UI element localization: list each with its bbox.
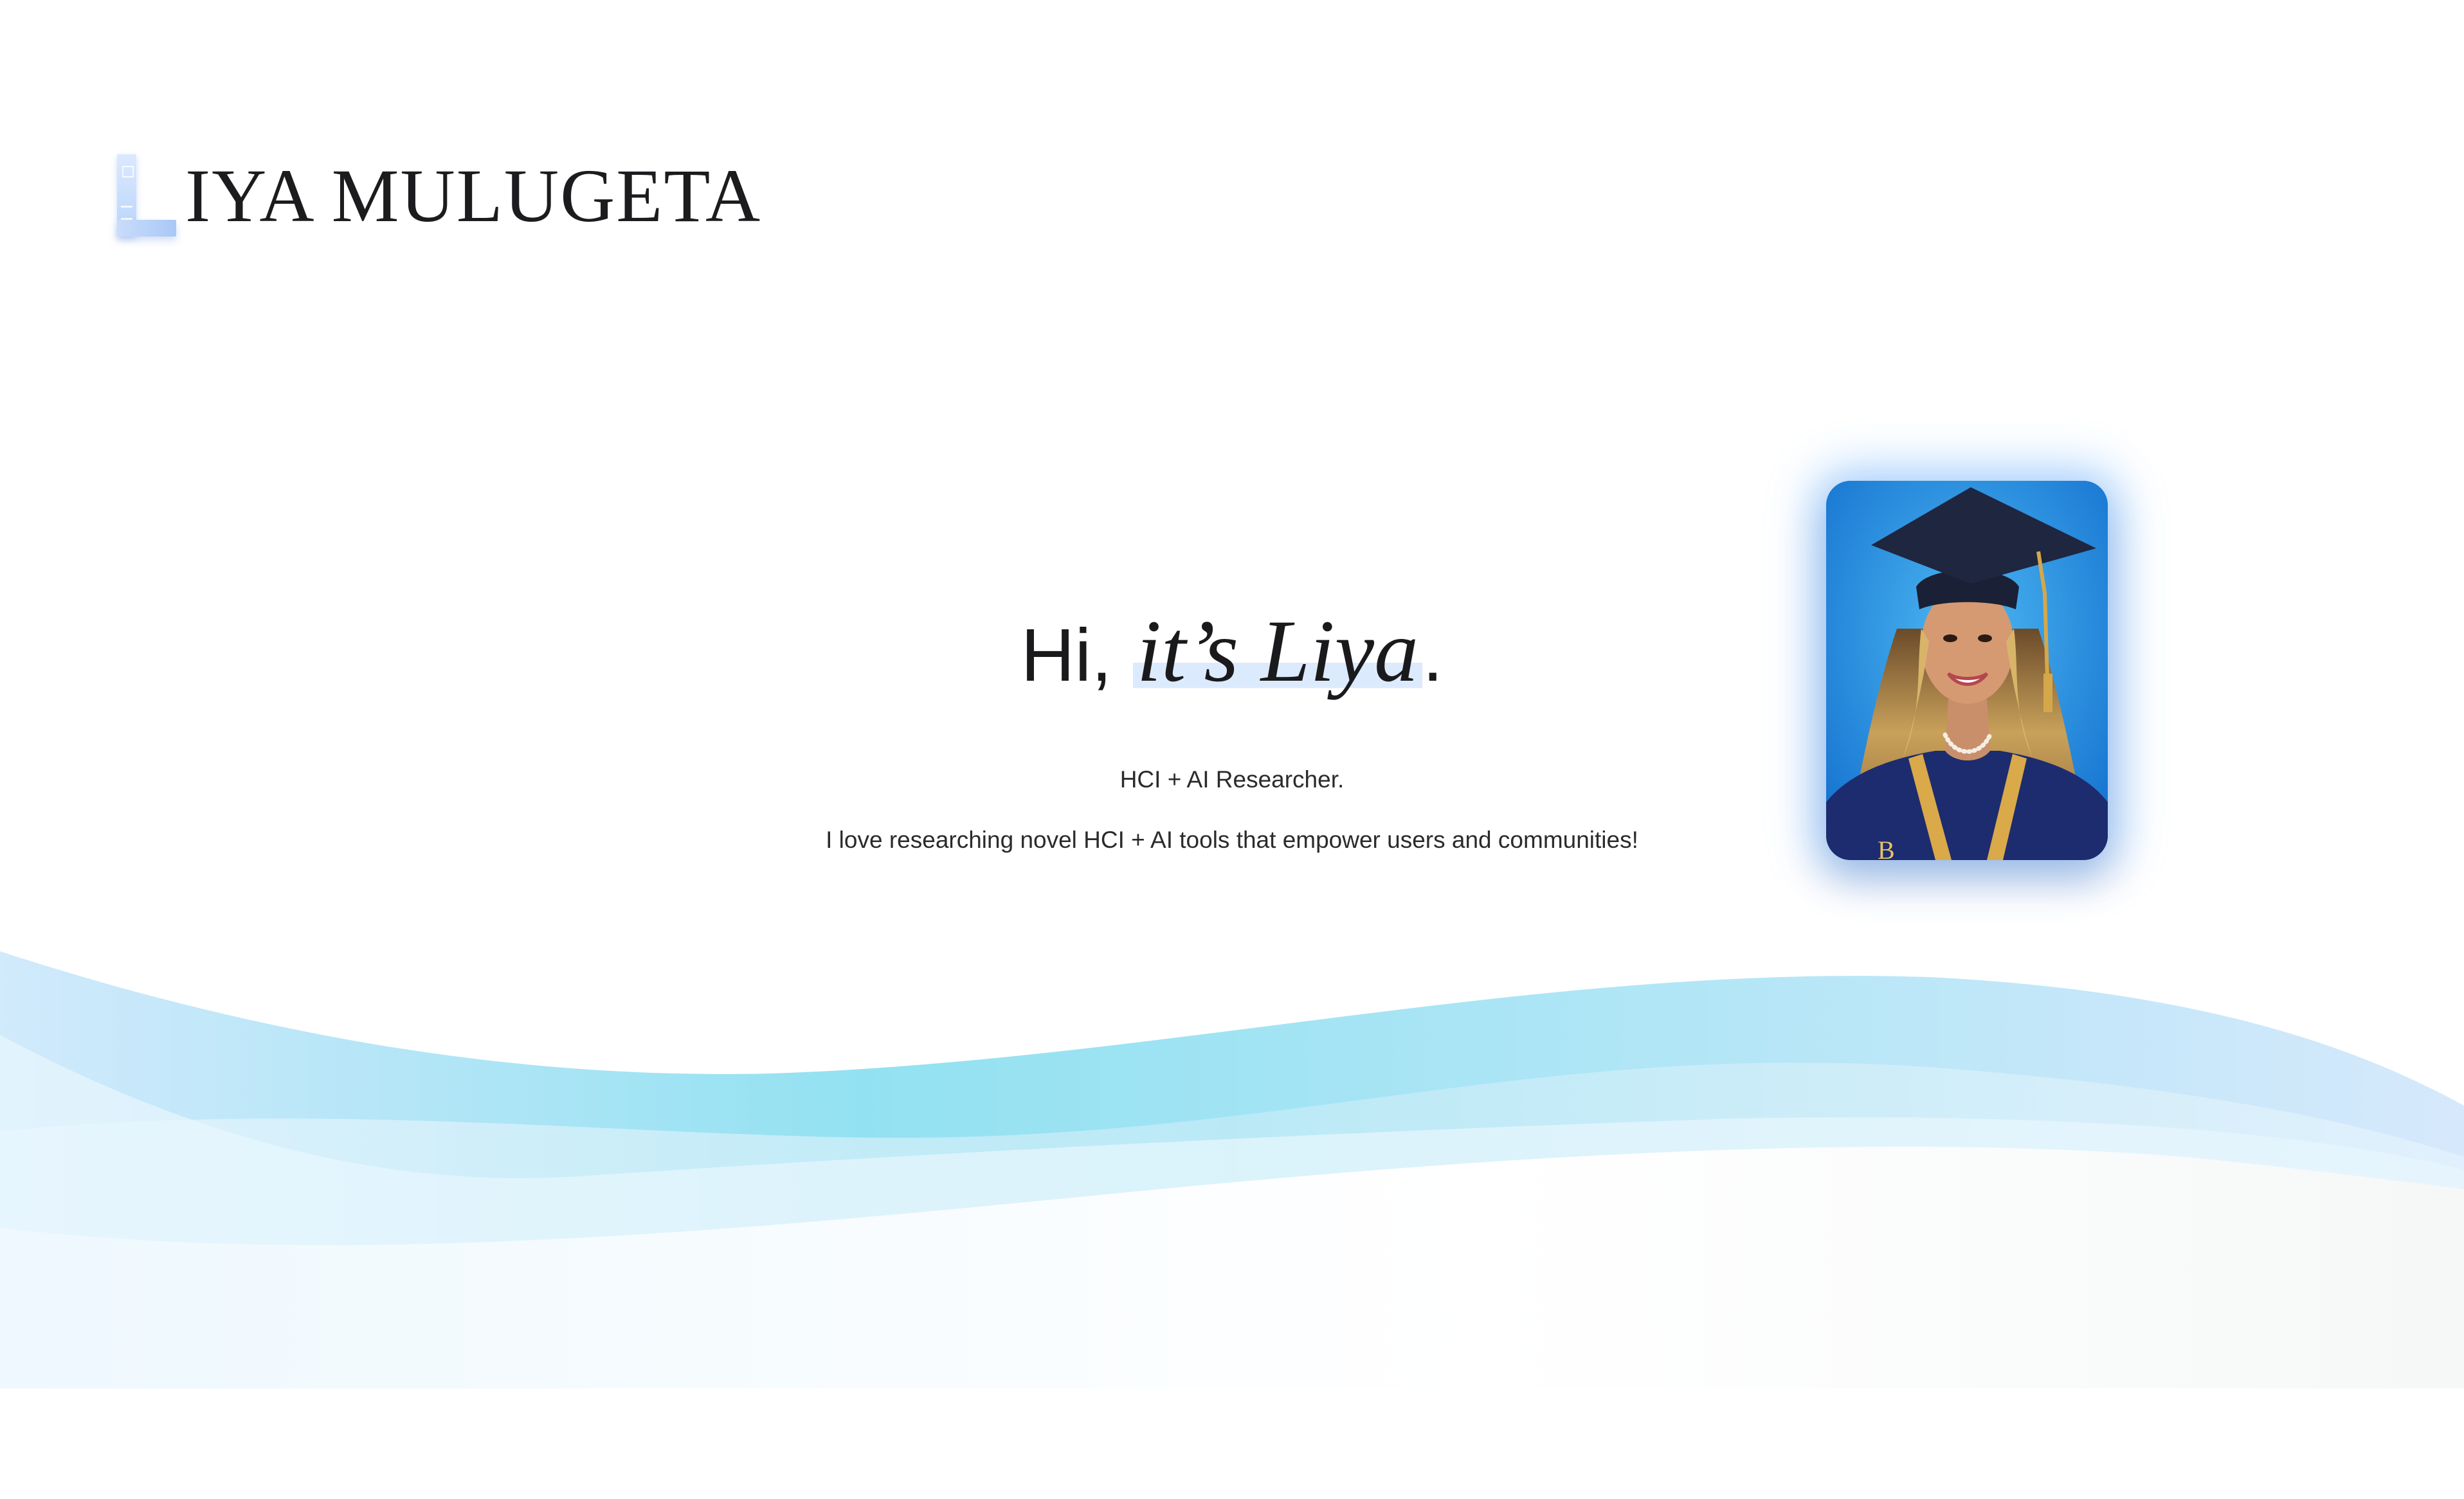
logo-letter-l-icon [117,154,179,237]
profile-portrait: B [1826,481,2108,860]
portrait-illustration: B [1826,481,2108,860]
home-logo-link[interactable]: IYA MULUGETA [117,147,761,237]
decorative-waves [0,951,2464,1388]
greeting-suffix: . [1422,613,1444,697]
greeting-prefix: Hi, [1020,613,1133,697]
logo-name: IYA MULUGETA [185,154,762,238]
svg-text:B: B [1878,836,1895,860]
greeting-name: it’s Liya [1132,602,1423,700]
